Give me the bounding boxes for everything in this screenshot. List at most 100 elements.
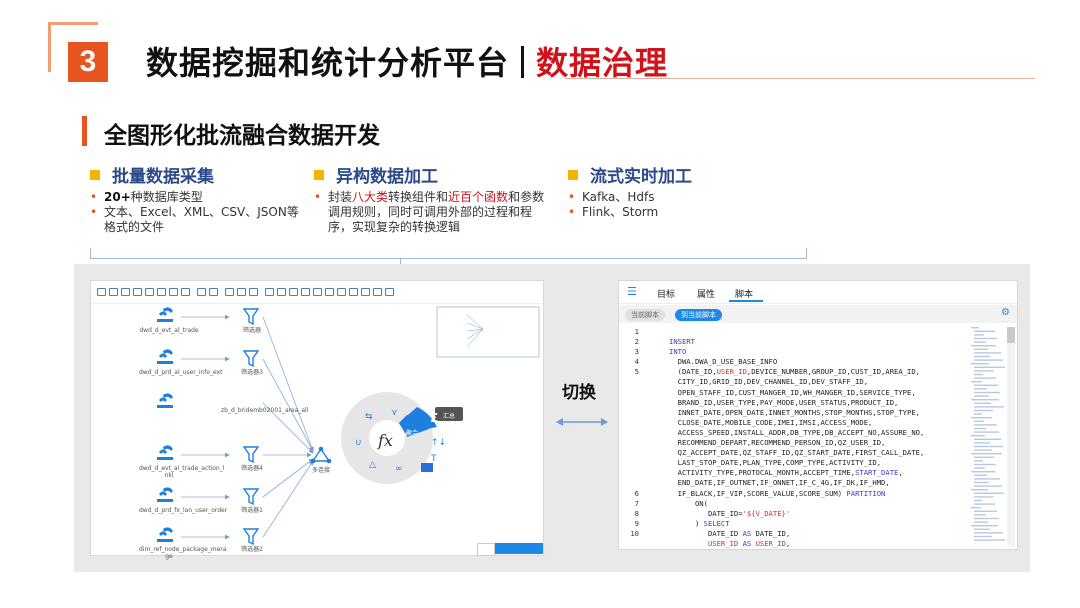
minimap-line	[971, 417, 992, 419]
code-line: DWA.DWA_D_USE_BASE_INFO	[669, 357, 778, 367]
tab-target[interactable]: 目标	[657, 287, 675, 300]
flow-canvas[interactable]: ⇆ ⋎ ∪ △ ∞ ↑↓ T	[91, 303, 543, 555]
bullet-item: Flink、Storm	[568, 205, 768, 220]
bullet-square-icon	[568, 170, 578, 180]
title-underline	[565, 78, 1035, 79]
minimap-line	[974, 438, 1001, 440]
code-line: ON(	[669, 498, 708, 508]
switch-arrow-icon	[556, 418, 608, 426]
bullet-square-icon	[314, 170, 324, 180]
toolbar-line-icon[interactable]	[237, 288, 246, 296]
menu-icon[interactable]: ☰	[627, 285, 637, 298]
toolbar-join-icon[interactable]	[325, 288, 334, 296]
line-number	[625, 388, 639, 398]
current-script-toggle[interactable]: 当前脚本	[625, 309, 665, 321]
line-number	[625, 408, 639, 418]
view-grid-icon[interactable]	[511, 543, 527, 554]
minimap-line	[974, 478, 1000, 480]
minimap-line	[971, 327, 979, 329]
minimap-line	[971, 507, 981, 509]
function-center-icon[interactable]: fx	[378, 431, 393, 450]
toolbar-select-icon[interactable]	[249, 288, 258, 296]
minimap-line	[974, 521, 988, 523]
toolbar-union-icon[interactable]	[337, 288, 346, 296]
minimap-line	[974, 510, 997, 512]
toolbar-info-icon[interactable]	[97, 288, 106, 296]
radial-menu[interactable]: ⇆ ⋎ ∪ △ ∞ ↑↓ T	[341, 392, 463, 484]
minimap-line	[974, 388, 987, 390]
tab-script[interactable]: 脚本	[735, 287, 753, 300]
code-line: ACTIVITY_TYPE,PROTOCAL_MONTH,ACCEPT_TIME…	[669, 468, 903, 478]
tab-attributes[interactable]: 属性	[697, 287, 715, 300]
minimap-line	[974, 355, 990, 358]
flow-designer-window[interactable]: ⇆ ⋎ ∪ △ ∞ ↑↓ T dwd_d_evt_al_trade dwd_d_…	[90, 280, 544, 560]
source-node-label: dwd_d_prd_al_user_info_ext	[139, 369, 223, 376]
minimap-line	[971, 363, 989, 365]
toolbar-target-icon[interactable]	[277, 288, 286, 296]
filter-node-label: 筛选器4	[241, 465, 263, 472]
minimap-line	[974, 359, 1003, 361]
line-number	[625, 448, 639, 458]
minimap-line	[974, 517, 999, 520]
minimap-line	[974, 496, 993, 498]
minimap-line	[974, 348, 988, 350]
line-number: 2	[634, 337, 639, 347]
minimap-line	[974, 424, 997, 426]
minimap-line	[974, 463, 996, 466]
vertical-scrollbar[interactable]	[1007, 327, 1015, 547]
code-minimap[interactable]	[969, 327, 1005, 549]
view-fullscreen-icon[interactable]	[527, 543, 543, 554]
line-number: 5	[634, 367, 639, 377]
switch-label: 切换	[562, 383, 596, 403]
column-heading-hetero: 异构数据加工	[314, 162, 438, 187]
toolbar-flow-icon[interactable]	[133, 288, 142, 296]
code-line: OPEN_STAFF_ID,CUST_MANGER_ID,WH_MANGER_I…	[669, 387, 916, 397]
goto-script-toggle[interactable]: 到当前脚本	[675, 309, 722, 321]
toolbar-fit-icon[interactable]	[209, 288, 218, 296]
toolbar-send-icon[interactable]	[169, 288, 178, 296]
toolbar-table-icon[interactable]	[385, 288, 394, 296]
column-bracket	[90, 248, 807, 259]
script-editor-window[interactable]: ☰ 目标 属性 脚本 当前脚本 到当前脚本 ⚙ 12345 6 7 8 9 10 INS…	[618, 280, 1018, 550]
code-line: RECOMMEND_DEPART,RECOMMEND_PERSON_ID,QZ_…	[669, 438, 886, 448]
toolbar-add-icon[interactable]	[109, 288, 118, 296]
toolbar-filter-icon[interactable]	[289, 288, 298, 296]
title-main: 数据挖掘和统计分析平台	[146, 44, 510, 82]
minimap-line	[974, 427, 986, 430]
line-number: 3	[634, 347, 639, 357]
robot-icon[interactable]: ⚙	[1001, 307, 1010, 318]
title-separator	[521, 46, 525, 78]
toolbar-hand-icon[interactable]	[225, 288, 234, 296]
minimap-line	[974, 431, 999, 433]
toolbar-folder-icon[interactable]	[121, 288, 130, 296]
toolbar-top-icon[interactable]	[373, 288, 382, 296]
toolbar-source-icon[interactable]	[265, 288, 274, 296]
svg-text:⋎: ⋎	[391, 408, 398, 418]
toolbar-save-icon[interactable]	[157, 288, 166, 296]
sum-icon[interactable]: Σ	[430, 411, 438, 425]
minimap-line	[974, 334, 984, 336]
toolbar-flag-icon[interactable]	[181, 288, 190, 296]
subtitle-bar	[82, 116, 87, 146]
section-number: 3	[68, 42, 108, 82]
minimap-line	[974, 377, 996, 379]
toolbar-sort-icon[interactable]	[361, 288, 370, 296]
code-area[interactable]: INSERT INTO DWA.DWA_D_USE_BASE_INFO (DATE…	[669, 327, 924, 549]
minimap-line	[974, 413, 982, 415]
toolbar-function-icon[interactable]	[301, 288, 310, 296]
toolbar-refresh-icon[interactable]	[197, 288, 206, 296]
minimap-line	[971, 381, 982, 383]
active-tab-indicator	[729, 300, 763, 302]
subtitle: 全图形化批流融合数据开发	[104, 123, 380, 149]
view-list-icon[interactable]	[477, 543, 495, 556]
minimap-line	[974, 373, 983, 376]
line-number	[625, 458, 639, 468]
toolbar-sum-icon[interactable]	[349, 288, 358, 296]
minimap-line	[974, 330, 995, 332]
toolbar-link-icon[interactable]	[313, 288, 322, 296]
toolbar-download-icon[interactable]	[145, 288, 154, 296]
code-line: USER_ID AS USER_ID,	[707, 538, 791, 548]
minimap-line	[971, 471, 995, 473]
view-menu-icon[interactable]	[495, 543, 511, 554]
